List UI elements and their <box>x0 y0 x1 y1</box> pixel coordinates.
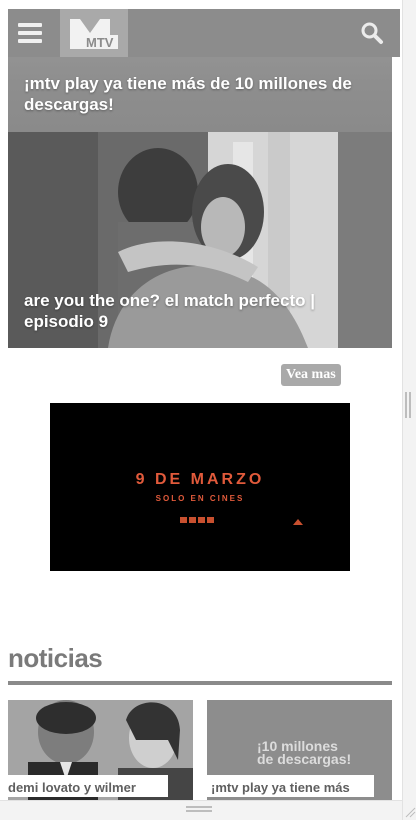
story-title[interactable]: are you the one? el match perfecto | epi… <box>24 290 380 332</box>
search-icon[interactable] <box>360 21 384 45</box>
story-card-are-you-the-one[interactable]: are you the one? el match perfecto | epi… <box>8 132 392 348</box>
site-header: MTV <box>8 9 400 57</box>
hamburger-menu-icon[interactable] <box>18 23 42 43</box>
page: ¡mtv play ya tiene más de 10 millones de… <box>0 0 402 820</box>
vea-mas-button[interactable]: Vea mas <box>281 364 341 386</box>
facebook-icon <box>180 517 187 523</box>
story-title[interactable]: ¡mtv play ya tiene más de 10 millones de… <box>24 73 380 115</box>
news-card-image-text: ¡10 millones de descargas! <box>257 738 352 767</box>
instagram-icon <box>198 517 205 523</box>
twitter-icon <box>189 517 196 523</box>
ad-date: 9 DE MARZO <box>135 471 265 488</box>
scrollbar-thumb[interactable] <box>405 392 411 418</box>
ad-subtitle: SOLO EN CINES <box>155 494 245 503</box>
youtube-icon <box>207 517 214 523</box>
studio-logo-icon <box>293 519 303 525</box>
ad-banner[interactable]: 9 DE MARZO SOLO EN CINES <box>50 403 350 571</box>
news-card[interactable]: ¡10 millones de descargas! ¡mtv play ya … <box>207 700 392 808</box>
mtv-logo-icon: MTV <box>70 19 118 50</box>
section-divider <box>8 681 392 685</box>
section-title-noticias: noticias <box>8 643 103 673</box>
logo-text: MTV <box>86 35 114 50</box>
ad-social-icons <box>180 517 214 523</box>
news-card-title[interactable]: ¡mtv play ya tiene más <box>207 775 374 797</box>
resize-handle[interactable] <box>186 806 212 812</box>
news-card[interactable]: demi lovato y wilmer <box>8 700 193 808</box>
news-card-title[interactable]: demi lovato y wilmer <box>8 775 168 797</box>
mtv-logo[interactable]: MTV <box>60 9 128 57</box>
resize-grip-icon[interactable] <box>402 804 416 818</box>
